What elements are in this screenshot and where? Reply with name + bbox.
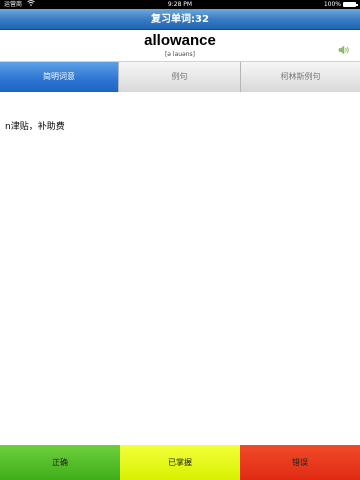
bottom-action-bar: 正确 已掌握 错误 (0, 445, 360, 480)
status-bar: 运营商 9:28 PM 100% (0, 0, 360, 9)
status-time: 9:28 PM (167, 1, 193, 8)
mastered-button[interactable]: 已掌握 (120, 445, 240, 480)
battery-percent: 100% (323, 1, 341, 8)
correct-button[interactable]: 正确 (0, 445, 120, 480)
content-area: n津贴，补助费 (0, 92, 360, 445)
tab-collins-examples[interactable]: 柯林斯例句 (241, 62, 360, 92)
speaker-icon[interactable] (338, 40, 350, 55)
word-header: allowance [ə lauəns] (0, 30, 360, 62)
page-title: 复习单词:32 (151, 14, 209, 25)
tab-brief-meaning[interactable]: 简明词意 (0, 62, 119, 92)
tab-bar: 简明词意 例句 柯林斯例句 (0, 62, 360, 92)
nav-bar: 复习单词:32 (0, 9, 360, 30)
wrong-button[interactable]: 错误 (240, 445, 360, 480)
battery-fill (344, 3, 355, 6)
word-text: allowance (144, 32, 216, 49)
definition-text: n津贴，补助费 (5, 122, 65, 132)
tab-example-sentences[interactable]: 例句 (119, 62, 241, 92)
phonetic-text: [ə lauəns] (164, 51, 196, 58)
battery-icon (343, 2, 358, 7)
